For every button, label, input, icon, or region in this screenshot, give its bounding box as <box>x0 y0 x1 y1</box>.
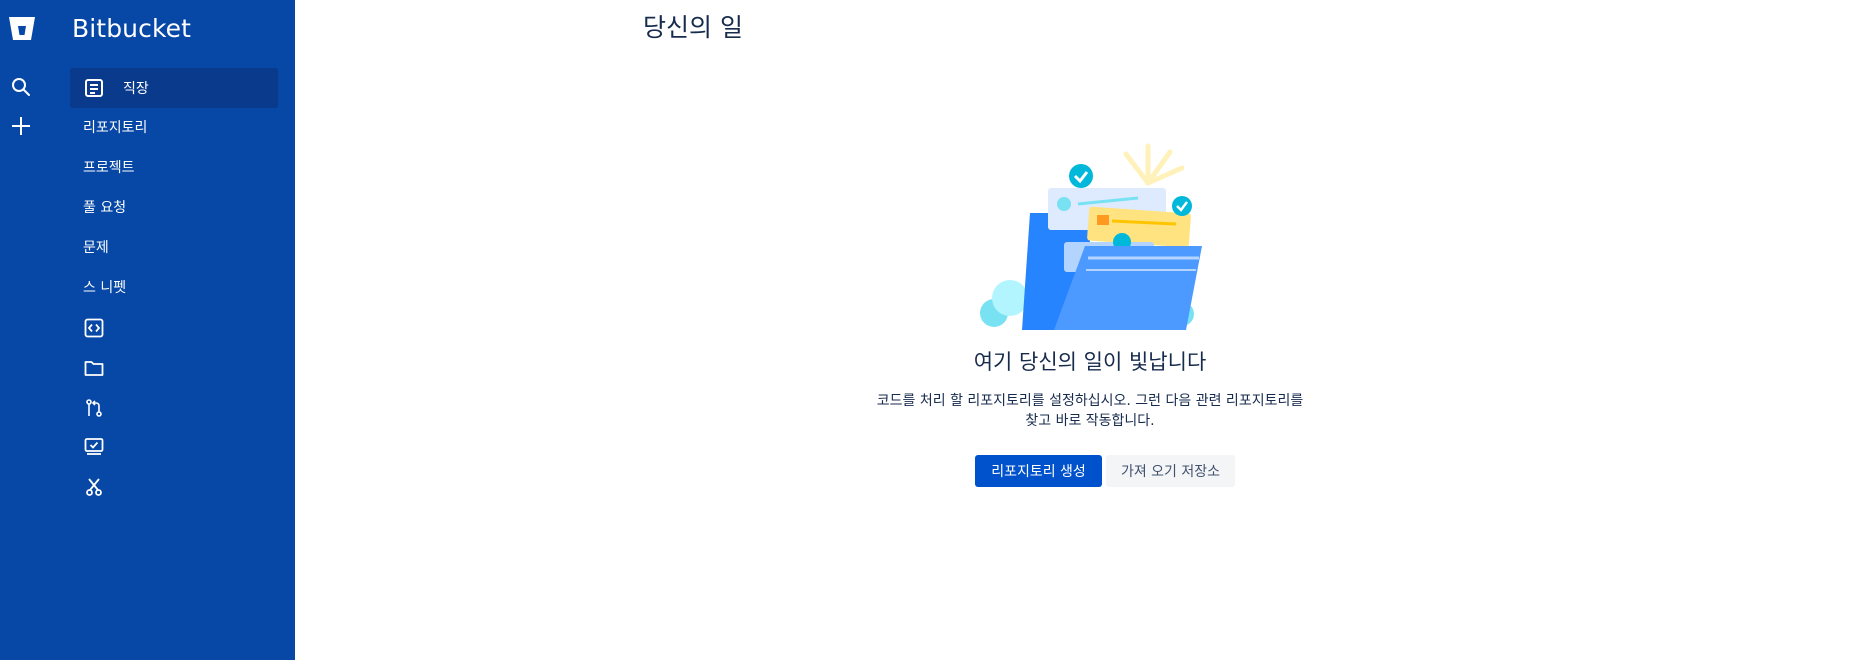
empty-state-description: 코드를 처리 할 리포지토리를 설정하십시오. 그런 다음 관련 리포지토리를 … <box>780 391 1400 431</box>
product-name[interactable]: Bitbucket <box>72 14 191 43</box>
sidebar-item-projects[interactable]: 프로젝트 <box>70 147 278 187</box>
sidebar-item-repositories[interactable]: 리포지토리 <box>70 107 278 147</box>
empty-state-illustration <box>970 138 1210 330</box>
sidebar-item-label: 리포지토리 <box>83 120 148 136</box>
work-icon <box>84 78 104 98</box>
sidebar-item-label: 프로젝트 <box>83 160 135 176</box>
folder-icon[interactable] <box>82 356 106 380</box>
code-icon[interactable] <box>82 316 106 340</box>
sidebar-item-label: 풀 요청 <box>83 200 127 216</box>
sidebar-item-snippets[interactable]: 스 니펫 <box>70 267 278 307</box>
empty-state-description-line: 코드를 처리 할 리포지토리를 설정하십시오. 그런 다음 관련 리포지토리를 <box>876 393 1304 409</box>
sidebar-item-work[interactable]: 직장 <box>70 68 278 108</box>
empty-state-description-line: 찾고 바로 작동합니다. <box>1025 413 1155 429</box>
bitbucket-logo-icon[interactable] <box>7 13 37 45</box>
issues-icon[interactable] <box>82 435 106 459</box>
sidebar-item-pull-requests[interactable]: 풀 요청 <box>70 187 278 227</box>
page-title: 당신의 일 <box>643 13 743 42</box>
create-repository-button[interactable]: 리포지토리 생성 <box>975 455 1102 487</box>
import-repository-button[interactable]: 가져 오기 저장소 <box>1106 455 1235 487</box>
plus-icon[interactable] <box>8 113 34 139</box>
sidebar-item-label: 문제 <box>83 240 109 256</box>
sidebar-item-issues[interactable]: 문제 <box>70 227 278 267</box>
search-icon[interactable] <box>8 74 34 100</box>
sidebar-item-label: 스 니펫 <box>83 280 127 296</box>
sidebar: Bitbucket 직장 리포지토리 프로젝트 풀 요청 문제 스 니펫 <box>0 0 295 660</box>
pull-request-icon[interactable] <box>82 396 106 420</box>
sidebar-item-label: 직장 <box>123 81 149 97</box>
empty-state-heading: 여기 당신의 일이 빛납니다 <box>973 350 1207 374</box>
snippets-icon[interactable] <box>82 475 106 499</box>
